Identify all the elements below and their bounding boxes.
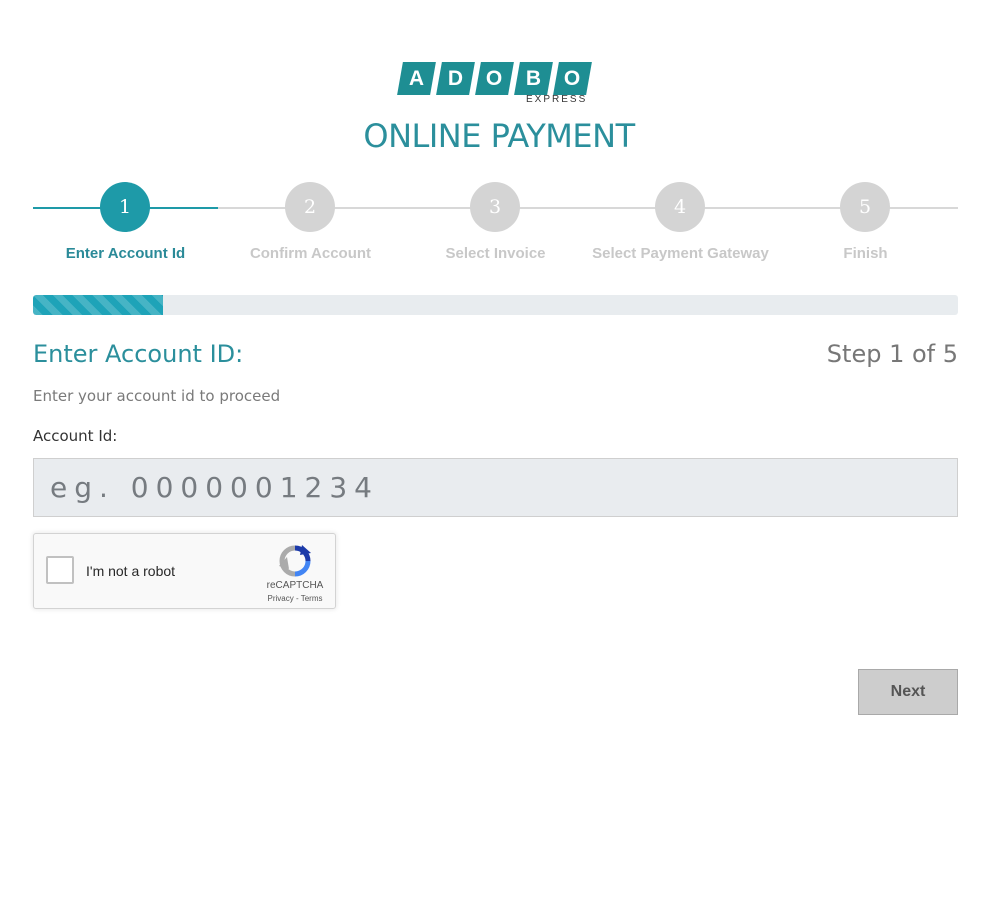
step-label: Enter Account Id <box>65 245 186 262</box>
section-title: Enter Account ID: <box>33 340 244 368</box>
progress-bar-fill <box>33 295 163 315</box>
step-select-invoice: 3 Select Invoice <box>403 182 588 272</box>
step-enter-account-id: 1 Enter Account Id <box>33 182 218 272</box>
instruction-text: Enter your account id to proceed <box>33 387 281 405</box>
step-number-badge: 5 <box>840 182 890 232</box>
recaptcha-checkbox[interactable] <box>46 556 74 584</box>
brand-logo: A D O B O EXPRESS <box>0 62 998 110</box>
wizard-stepper: 1 Enter Account Id 2 Confirm Account 3 S… <box>33 182 958 272</box>
recaptcha-brand: reCAPTCHA <box>266 580 324 591</box>
step-label: Finish <box>843 245 888 262</box>
step-number-badge: 1 <box>100 182 150 232</box>
account-id-label: Account Id: <box>33 427 118 445</box>
step-finish: 5 Finish <box>773 182 958 272</box>
account-id-input[interactable] <box>33 458 958 517</box>
recaptcha-label: I'm not a robot <box>86 563 176 579</box>
recaptcha-logo-icon <box>279 545 311 577</box>
logo-letter: O <box>475 62 514 95</box>
step-number-badge: 2 <box>285 182 335 232</box>
logo-letter: D <box>436 62 475 95</box>
step-confirm-account: 2 Confirm Account <box>218 182 403 272</box>
step-select-payment-gateway: 4 Select Payment Gateway <box>588 182 773 272</box>
logo-subtitle: EXPRESS <box>526 94 588 105</box>
step-number-badge: 4 <box>655 182 705 232</box>
page-title: ONLINE PAYMENT <box>363 117 635 155</box>
step-label: Select Invoice <box>445 245 546 262</box>
recaptcha-privacy-link[interactable]: Privacy <box>268 594 294 603</box>
step-counter: Step 1 of 5 <box>826 340 958 368</box>
recaptcha-widget: I'm not a robot reCAPTCHA Privacy - Term… <box>33 533 336 609</box>
logo-letter: B <box>514 62 553 95</box>
logo-tiles: A D O B O <box>397 62 592 95</box>
progress-bar <box>33 295 958 315</box>
step-label: Confirm Account <box>249 245 372 262</box>
recaptcha-terms-link[interactable]: Terms <box>301 594 323 603</box>
step-label: Select Payment Gateway <box>592 245 769 262</box>
next-button[interactable]: Next <box>858 669 958 715</box>
logo-letter: A <box>397 62 436 95</box>
step-number-badge: 3 <box>470 182 520 232</box>
logo-letter: O <box>553 62 592 95</box>
recaptcha-link-separator: - <box>293 594 301 603</box>
recaptcha-links: Privacy - Terms <box>256 594 334 603</box>
